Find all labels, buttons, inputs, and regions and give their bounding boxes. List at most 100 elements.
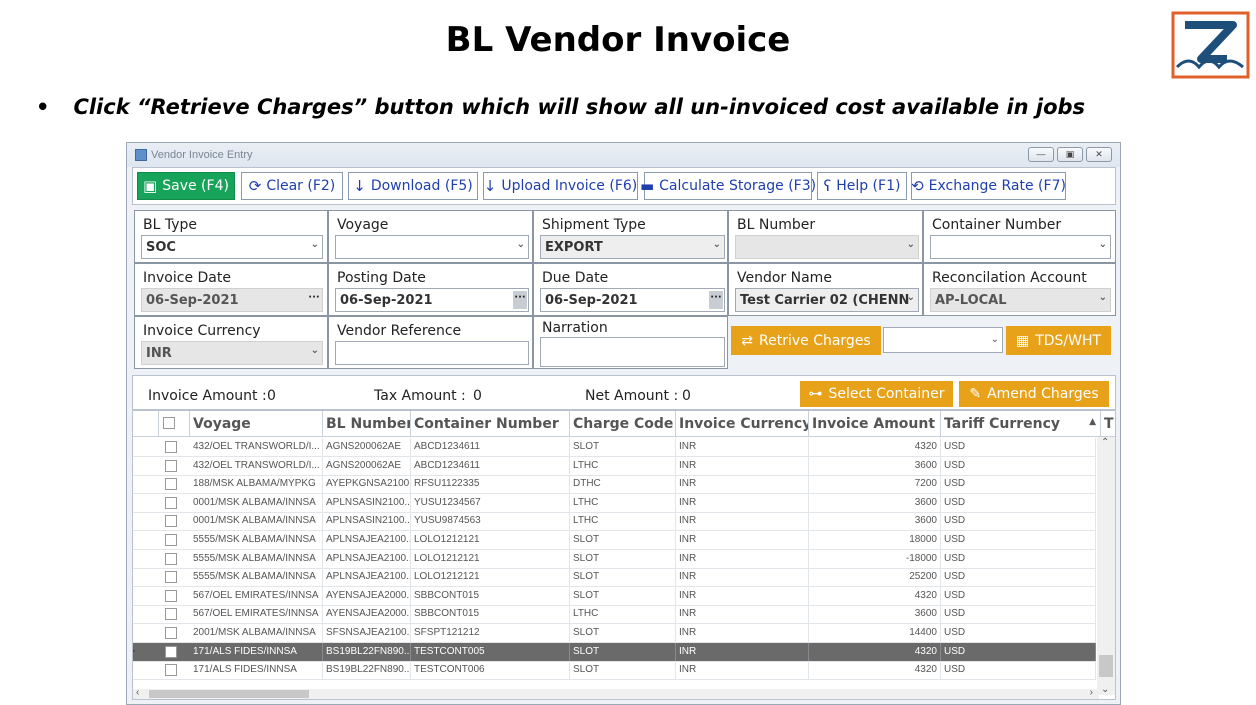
header-overflow[interactable]: T: [1101, 411, 1115, 437]
save-button[interactable]: ▣ Save (F4): [137, 172, 235, 200]
cell-tariff-currency: USD: [941, 512, 1096, 531]
retrieve-charges-label: Retrive Charges: [759, 332, 871, 349]
ellipsis-icon[interactable]: ···: [709, 291, 723, 309]
table-row[interactable]: 567/OEL EMIRATES/INNSA AYENSAJEA2000... SB…: [133, 586, 1096, 606]
calculate-storage-button[interactable]: ▬ Calculate Storage (F3): [640, 172, 816, 200]
invoice-currency-cell: Invoice Currency INR ⌄: [134, 316, 328, 369]
row-checkbox[interactable]: [165, 664, 177, 677]
bl-type-select[interactable]: SOC ⌄: [141, 235, 323, 259]
row-checkbox[interactable]: [165, 589, 177, 602]
cell-invoice-currency: INR: [676, 475, 809, 494]
select-all-checkbox[interactable]: [163, 417, 175, 429]
row-checkbox[interactable]: [165, 627, 177, 639]
upload-label: Upload Invoice (F6): [501, 178, 638, 194]
cell-voyage: 5555/MSK ALBAMA/INNSA: [190, 531, 323, 549]
reconciliation-account-select[interactable]: AP-LOCAL ⌄: [930, 288, 1111, 312]
vendor-reference-input[interactable]: [335, 341, 529, 365]
truck-icon: ▬: [639, 177, 655, 195]
download-button[interactable]: ↓ Download (F5): [348, 172, 478, 200]
scroll-left-icon[interactable]: ‹: [136, 687, 139, 698]
row-checkbox[interactable]: [165, 645, 177, 658]
table-row[interactable]: 432/OEL TRANSWORLD/I... AGNS200062AE ABCD1…: [133, 438, 1096, 457]
table-row[interactable]: 0001/MSK ALBAMA/INNSA APLNSASIN2100... YUS…: [133, 512, 1096, 532]
voyage-label: Voyage: [337, 217, 389, 233]
vertical-scrollbar[interactable]: ⌃ ⌄: [1097, 437, 1115, 695]
header-container-number[interactable]: Container Number: [411, 411, 570, 437]
invoice-date-field[interactable]: 06-Sep-2021 ···: [141, 288, 323, 312]
row-checkbox[interactable]: [165, 515, 177, 528]
row-checkbox[interactable]: [165, 441, 177, 453]
select-container-button[interactable]: ⊶ Select Container: [800, 381, 953, 407]
row-checkbox[interactable]: [165, 478, 177, 491]
voyage-select[interactable]: ⌄: [335, 235, 529, 259]
clear-button[interactable]: ⟳ Clear (F2): [241, 172, 343, 200]
ellipsis-icon[interactable]: ···: [513, 291, 527, 309]
chevron-down-icon: ⌄: [310, 239, 319, 250]
amount-summary: Invoice Amount : 0 Tax Amount : 0 Net Am…: [132, 375, 1116, 410]
row-checkbox[interactable]: [165, 459, 177, 472]
cell-invoice-amount: 3600: [809, 512, 941, 531]
horizontal-scroll-thumb[interactable]: [149, 690, 309, 698]
header-voyage[interactable]: Voyage: [190, 411, 323, 437]
row-checkbox[interactable]: [165, 552, 177, 565]
amend-charges-button[interactable]: ✎ Amend Charges: [959, 381, 1109, 407]
edit-icon: ✎: [969, 386, 982, 402]
posting-date-field[interactable]: 06-Sep-2021 ···: [335, 288, 529, 312]
table-row[interactable]: 2001/MSK ALBAMA/INNSA SFSNSAJEA2100... SFS…: [133, 624, 1096, 643]
header-charge-code[interactable]: Charge Code: [570, 411, 676, 437]
table-row[interactable]: 171/ALS FIDES/INNSA BS19BL22FN890... TESTC…: [133, 661, 1096, 681]
cell-voyage: 5555/MSK ALBAMA/INNSA: [190, 568, 323, 587]
scroll-right-icon[interactable]: ›: [1090, 687, 1093, 698]
cell-charge-code: LTHC: [570, 512, 676, 531]
retrieve-charges-button[interactable]: ⇄ Retrive Charges: [731, 326, 881, 355]
help-button[interactable]: ʕ Help (F1): [817, 172, 907, 200]
table-row[interactable]: 188/MSK ALBAMA/MYPKG AYEPKGNSA2100... RFSU…: [133, 475, 1096, 495]
cell-container-number: YUSU9874563: [411, 512, 570, 531]
table-row[interactable]: 0001/MSK ALBAMA/INNSA APLNSASIN2100... YUS…: [133, 493, 1096, 513]
row-checkbox[interactable]: [165, 608, 177, 621]
header-invoice-currency[interactable]: Invoice Currency: [676, 411, 809, 437]
shipment-type-select[interactable]: EXPORT ⌄: [540, 235, 725, 259]
cell-voyage: 171/ALS FIDES/INNSA: [190, 661, 323, 680]
cell-charge-code: SLOT: [570, 661, 676, 680]
sort-up-icon: ▲: [1089, 417, 1096, 427]
header-bl-number[interactable]: BL Number: [323, 411, 411, 437]
horizontal-scrollbar[interactable]: ‹ ›: [133, 687, 1099, 699]
invoice-currency-select[interactable]: INR ⌄: [141, 341, 323, 365]
row-checkbox[interactable]: [165, 571, 177, 584]
table-row[interactable]: 5555/MSK ALBAMA/INNSA APLNSAJEA2100... LOL…: [133, 531, 1096, 550]
table-row[interactable]: 432/OEL TRANSWORLD/I... AGNS200062AE ABCD1…: [133, 456, 1096, 476]
tds-type-select[interactable]: ⌄: [883, 327, 1003, 353]
arrow-down-icon: ↓: [483, 177, 497, 195]
table-row[interactable]: 5555/MSK ALBAMA/INNSA APLNSAJEA2100... LOL…: [133, 549, 1096, 569]
bl-number-cell: BL Number ⌄: [728, 210, 923, 263]
due-date-field[interactable]: 06-Sep-2021 ···: [540, 288, 725, 312]
posting-date-value: 06-Sep-2021: [340, 293, 433, 308]
help-label: Help (F1): [836, 178, 901, 194]
close-button[interactable]: ✕: [1086, 147, 1112, 162]
minimize-button[interactable]: —: [1028, 147, 1054, 162]
tds-wht-button[interactable]: ▦ TDS/WHT: [1006, 326, 1111, 355]
header-tariff-currency[interactable]: Tariff Currency ▲: [941, 411, 1101, 437]
cell-bl-number: AYENSAJEA2000...: [323, 586, 411, 605]
bl-number-select[interactable]: ⌄: [735, 235, 919, 259]
vertical-scroll-thumb[interactable]: [1099, 655, 1113, 677]
table-row[interactable]: 567/OEL EMIRATES/INNSA AYENSAJEA2000... SB…: [133, 605, 1096, 625]
cell-bl-number: AYEPKGNSA2100...: [323, 475, 411, 494]
table-row[interactable]: ▸ 171/ALS FIDES/INNSABS19BL22FN890...TEST…: [133, 642, 1096, 662]
company-logo: [1171, 11, 1250, 79]
vendor-name-select[interactable]: Test Carrier 02 (CHENN ⌄: [735, 288, 919, 312]
row-checkbox[interactable]: [165, 534, 177, 546]
upload-invoice-button[interactable]: ↓ Upload Invoice (F6): [483, 172, 638, 200]
cell-invoice-amount: 3600: [809, 605, 941, 624]
row-checkbox[interactable]: [165, 496, 177, 509]
narration-input[interactable]: [540, 337, 725, 367]
scroll-down-icon[interactable]: ⌄: [1101, 684, 1109, 695]
container-number-select[interactable]: ⌄: [930, 235, 1111, 259]
table-row[interactable]: 5555/MSK ALBAMA/INNSA APLNSAJEA2100... LOL…: [133, 568, 1096, 588]
header-invoice-amount[interactable]: Invoice Amount: [809, 411, 941, 437]
scroll-up-icon[interactable]: ⌃: [1101, 437, 1109, 448]
restore-button[interactable]: ▣: [1057, 147, 1083, 162]
exchange-rate-button[interactable]: ⟲ Exchange Rate (F7): [911, 172, 1066, 200]
cell-invoice-amount: 4320: [809, 586, 941, 605]
